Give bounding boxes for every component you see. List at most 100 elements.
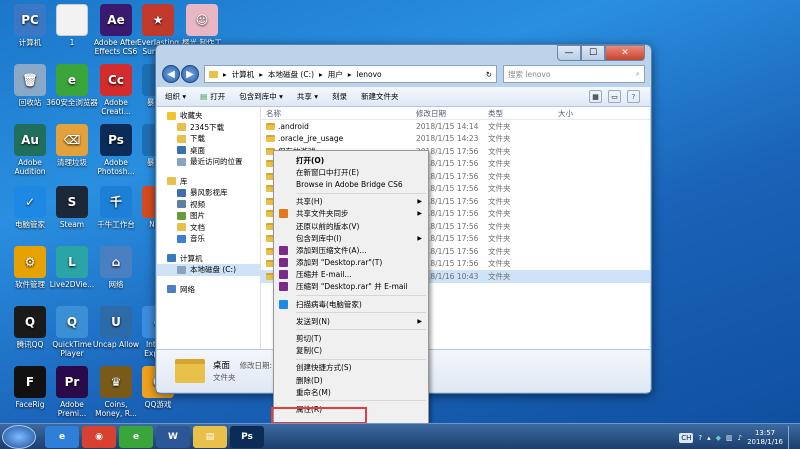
menu-item[interactable]: 共享(H) ▶: [274, 196, 428, 208]
sidebar-item[interactable]: 视频: [157, 199, 260, 211]
column-name[interactable]: 名称: [261, 108, 416, 119]
menu-item-label: 压缩并 E-mail...: [296, 270, 352, 280]
back-button[interactable]: ◀: [162, 65, 180, 83]
new-folder-button[interactable]: 新建文件夹: [361, 91, 399, 102]
help-tray-icon[interactable]: ?: [698, 434, 702, 442]
sidebar-item[interactable]: 桌面: [157, 145, 260, 157]
open-button[interactable]: ▤ 打开: [200, 91, 225, 102]
show-hidden-icons[interactable]: ▴: [707, 434, 711, 442]
sidebar-item[interactable]: 库: [157, 176, 260, 188]
minimize-button[interactable]: —: [557, 45, 581, 61]
nav-item-icon: [177, 146, 186, 155]
view-options-icon[interactable]: ▦: [589, 90, 602, 103]
sidebar-item[interactable]: 收藏夹: [157, 110, 260, 122]
desktop-icon[interactable]: ⌂ 网络: [90, 246, 142, 289]
menu-item[interactable]: 重命名(M): [274, 386, 428, 398]
menu-item[interactable]: 创建快捷方式(S): [274, 362, 428, 374]
folder-icon: [209, 70, 218, 78]
menu-item[interactable]: 剪切(T): [274, 332, 428, 344]
menu-item[interactable]: 复制(C): [274, 345, 428, 357]
desktop-icon-image: S: [56, 186, 88, 218]
nav-item-icon: [177, 123, 186, 132]
column-type[interactable]: 类型: [488, 108, 558, 119]
menu-item[interactable]: 发送到(N) ▶: [274, 315, 428, 327]
file-type: 文件夹: [488, 171, 511, 181]
maximize-button[interactable]: ☐: [581, 45, 605, 61]
close-button[interactable]: ✕: [605, 45, 645, 61]
sidebar-item[interactable]: 暴风影视库: [157, 187, 260, 199]
sidebar-item[interactable]: 2345下载: [157, 122, 260, 134]
file-type: 文件夹: [488, 184, 511, 194]
breadcrumb-computer[interactable]: 计算机: [232, 69, 255, 80]
breadcrumb-drive[interactable]: 本地磁盘 (C:): [268, 69, 314, 80]
organize-button[interactable]: 组织 ▾: [165, 91, 186, 102]
desktop-icon[interactable]: ☺ 樱光 制作工: [176, 4, 228, 47]
menu-item-label: 打开(O): [296, 155, 325, 165]
desktop-icon-label: QQ游戏: [144, 400, 172, 409]
desktop-icon-image: ✓: [14, 186, 46, 218]
taskbar-app[interactable]: ▤: [193, 425, 227, 448]
search-placeholder: 搜索 lenovo: [508, 69, 551, 79]
file-row[interactable]: .android 2018/1/15 14:14 文件夹: [261, 120, 650, 133]
menu-separator: [296, 329, 426, 331]
preview-pane-icon[interactable]: ▭: [608, 90, 621, 103]
menu-item[interactable]: 共享文件夹同步 ▶: [274, 208, 428, 220]
taskbar-app[interactable]: e: [119, 425, 153, 448]
burn-button[interactable]: 刻录: [332, 91, 347, 102]
shield-tray-icon[interactable]: ◆: [716, 434, 721, 442]
search-input[interactable]: 搜索 lenovo ⌕: [503, 65, 645, 83]
ime-indicator[interactable]: CH: [679, 433, 694, 443]
menu-item[interactable]: 添加到压缩文件(A)...: [274, 244, 428, 256]
sidebar-item[interactable]: 网络: [157, 284, 260, 296]
address-bar[interactable]: ▸ 计算机 ▸ 本地磁盘 (C:) ▸ 用户 ▸ lenovo ↻: [204, 65, 497, 83]
breadcrumb-users[interactable]: 用户: [328, 69, 343, 80]
menu-item[interactable]: 压缩到 "Desktop.rar" 并 E-mail: [274, 281, 428, 293]
nav-item-icon: [167, 111, 176, 120]
sidebar-item[interactable]: 图片: [157, 210, 260, 222]
desktop-icon-image: Q: [56, 306, 88, 338]
network-tray-icon[interactable]: ▥: [726, 434, 733, 442]
menu-item[interactable]: 压缩并 E-mail...: [274, 269, 428, 281]
volume-tray-icon[interactable]: ♪: [738, 434, 742, 442]
menu-item[interactable]: 还原以前的版本(V): [274, 220, 428, 232]
file-row[interactable]: .oracle_jre_usage 2018/1/15 14:23 文件夹: [261, 133, 650, 146]
breadcrumb-separator: ▸: [319, 69, 323, 79]
share-button[interactable]: 共享 ▾: [297, 91, 318, 102]
taskbar-app[interactable]: W: [156, 425, 190, 448]
menu-item-label: 添加到 "Desktop.rar"(T): [296, 258, 383, 268]
search-icon[interactable]: ⌕: [636, 69, 640, 79]
details-name: 桌面: [213, 360, 231, 371]
menu-item[interactable]: 打开(O): [274, 154, 428, 166]
sidebar-item[interactable]: 计算机: [157, 253, 260, 265]
menu-item-label: Browse in Adobe Bridge CS6: [296, 179, 403, 189]
column-date[interactable]: 修改日期: [416, 108, 488, 119]
sidebar-item[interactable]: 音乐: [157, 233, 260, 245]
menu-item[interactable]: 删除(D): [274, 374, 428, 386]
file-type: 文件夹: [488, 159, 511, 169]
forward-button[interactable]: ▶: [181, 65, 199, 83]
sidebar-item[interactable]: 最近访问的位置: [157, 156, 260, 168]
sidebar-item[interactable]: 文档: [157, 222, 260, 234]
clock[interactable]: 13:57 2018/1/16: [747, 429, 783, 447]
menu-item[interactable]: 在新窗口中打开(E): [274, 166, 428, 178]
file-date: 2018/1/15 14:14: [416, 121, 479, 131]
column-header: 名称 修改日期 类型 大小: [261, 107, 650, 120]
taskbar-app[interactable]: ◉: [82, 425, 116, 448]
refresh-icon[interactable]: ↻: [486, 70, 492, 79]
menu-item[interactable]: 添加到 "Desktop.rar"(T): [274, 257, 428, 269]
breadcrumb-lenovo[interactable]: lenovo: [357, 70, 382, 79]
desktop-icon-image: PC: [14, 4, 46, 36]
menu-item[interactable]: 扫描病毒(电脑管家): [274, 298, 428, 310]
column-size[interactable]: 大小: [558, 108, 608, 119]
submenu-arrow-icon: ▶: [417, 234, 422, 242]
include-in-library-button[interactable]: 包含到库中 ▾: [239, 91, 283, 102]
menu-item[interactable]: Browse in Adobe Bridge CS6: [274, 178, 428, 190]
show-desktop-button[interactable]: [788, 426, 796, 449]
sidebar-item[interactable]: 本地磁盘 (C:): [157, 264, 260, 276]
start-button[interactable]: [2, 424, 36, 449]
help-icon[interactable]: ?: [627, 90, 640, 103]
sidebar-item[interactable]: 下载: [157, 133, 260, 145]
taskbar-app[interactable]: Ps: [230, 425, 264, 448]
menu-item[interactable]: 包含到库中(I) ▶: [274, 232, 428, 244]
taskbar-app[interactable]: e: [45, 425, 79, 448]
